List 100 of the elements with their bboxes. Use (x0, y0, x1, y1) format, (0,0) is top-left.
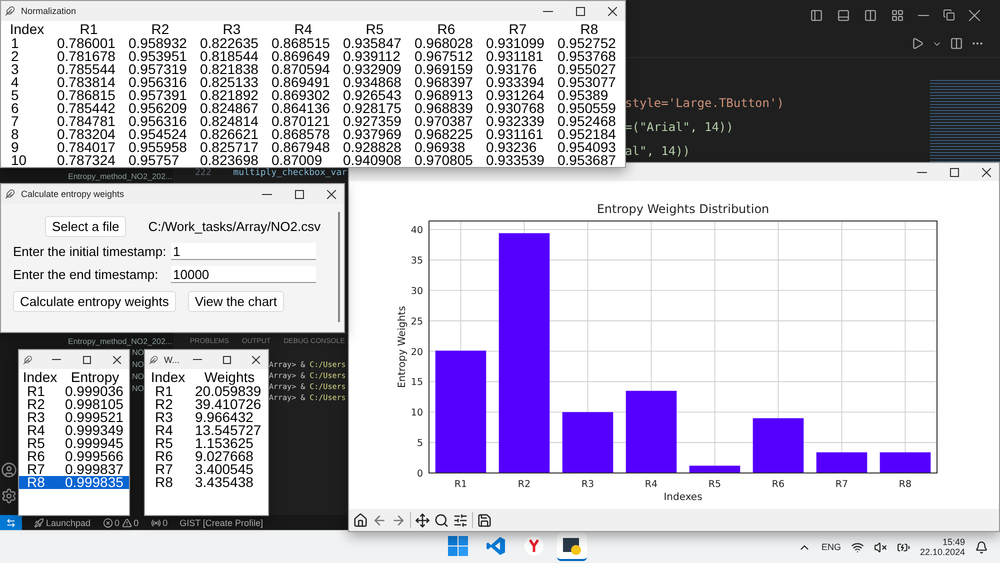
column-header: R1 (78, 21, 99, 37)
maximize-icon[interactable] (294, 190, 304, 198)
close-icon[interactable] (112, 356, 121, 364)
windows-logo-icon (448, 536, 468, 556)
close-icon[interactable] (982, 168, 990, 176)
action-button[interactable]: Calculate entropy weights (13, 291, 176, 312)
maximize-icon[interactable] (576, 6, 584, 16)
y-tick-label: 20 (410, 346, 423, 358)
input-field[interactable]: 10000 (171, 266, 316, 283)
table-cell-text: R5 (26, 437, 46, 450)
minimize-icon[interactable] (192, 359, 202, 360)
minimize-icon[interactable] (543, 10, 553, 12)
maximize-icon[interactable] (222, 356, 231, 364)
table-cell-text: 0.869491 (270, 76, 331, 89)
close-icon[interactable] (608, 6, 616, 16)
layout-icon[interactable] (891, 8, 904, 22)
scrollbar[interactable] (338, 212, 340, 322)
column-header: R3 (222, 21, 242, 37)
code-line: al", 14)) (625, 144, 690, 160)
close-icon[interactable] (252, 356, 260, 364)
table-cell-text: 0.825133 (199, 76, 260, 89)
code-line: multiply_checkbox_var (233, 168, 348, 178)
ports-item[interactable]: 0 (150, 518, 168, 528)
table-cell-text: 0.96938 (414, 141, 466, 154)
table-cell-text: 0.999521 (64, 411, 124, 424)
panel-bottom-icon[interactable] (837, 8, 850, 22)
remote-icon[interactable] (6, 518, 16, 528)
file-item[interactable]: NO (132, 347, 144, 359)
save-icon[interactable] (477, 512, 492, 528)
account-icon[interactable] (1, 462, 17, 478)
close-icon[interactable] (326, 190, 336, 198)
file-item[interactable]: NO (132, 383, 144, 395)
split-editor-icon[interactable] (950, 37, 963, 50)
file-path: C:/Work_tasks/Array/NO2.csv (148, 219, 321, 234)
battery-icon[interactable] (896, 540, 910, 554)
maximize-icon[interactable] (950, 168, 958, 176)
table-cell-text: 0.869302 (270, 89, 331, 102)
x-tick-label: R4 (644, 479, 658, 490)
maximize-icon[interactable] (82, 356, 91, 364)
forward-arrow-icon[interactable] (391, 512, 406, 528)
table-cell-text: 0.931264 (485, 89, 546, 102)
error-icon (102, 518, 113, 528)
y-tick-label: 0 (416, 468, 423, 480)
table-cell-text: 0.867948 (270, 141, 331, 154)
pan-icon[interactable] (415, 512, 430, 528)
bar (816, 452, 868, 473)
file-item[interactable]: NO (132, 371, 144, 383)
y-tick-label: 10 (410, 408, 423, 419)
column-header: Index (8, 21, 46, 37)
file-item[interactable]: Entropy_method_NO2_202... (68, 171, 172, 182)
table-cell-text: 0.999036 (64, 385, 124, 398)
table-cell-text: 0.95389 (556, 89, 608, 102)
table-cell-text: 0.95757 (128, 154, 180, 167)
table-cell-text: 0.931161 (485, 128, 544, 141)
minimize-icon[interactable] (918, 14, 929, 16)
input-field[interactable]: 1 (171, 243, 316, 260)
broadcast-icon (150, 518, 161, 528)
sliders-icon[interactable] (453, 512, 468, 528)
file-item[interactable]: Entropy_method_NO2_202... (68, 336, 172, 347)
table-cell-text: R4 (26, 424, 46, 437)
settings-icon[interactable] (1, 488, 17, 504)
bell-icon[interactable] (975, 540, 988, 554)
minimize-icon[interactable] (52, 359, 61, 360)
table-cell-text: 0.870121 (270, 115, 331, 128)
x-tick-label: R2 (518, 479, 531, 490)
warning-count: 0 (134, 518, 139, 528)
column-header: Weights (203, 369, 256, 385)
taskbar-app-button[interactable] (557, 533, 587, 561)
table-cell-text: 0.933539 (485, 154, 546, 167)
language-indicator[interactable]: ENG (821, 542, 841, 552)
table-cell-text: R2 (26, 398, 46, 411)
table-cell-text: 0.869649 (270, 50, 331, 63)
select-file-button[interactable]: Select a file (45, 216, 126, 237)
clock[interactable]: 15:49 22.10.2024 (920, 537, 965, 557)
launchpad-item[interactable]: Launchpad (34, 518, 91, 528)
table-cell-text: 4 (10, 76, 20, 89)
panel-left-icon[interactable] (810, 8, 823, 22)
problems-item[interactable]: 0 0 (102, 518, 139, 528)
table-cell-text: 0.787324 (56, 154, 116, 167)
run-icon[interactable] (911, 37, 924, 50)
column-header: R5 (364, 21, 385, 37)
action-button[interactable]: View the chart (188, 291, 284, 312)
close-icon[interactable] (969, 10, 980, 20)
table-cell-text: 39.410726 (194, 398, 262, 411)
zoom-icon[interactable] (434, 512, 449, 528)
wifi-icon[interactable] (850, 540, 864, 554)
home-icon[interactable] (353, 512, 368, 528)
table-cell-text: 0.785442 (56, 102, 116, 115)
table-cell-text: R1 (26, 385, 46, 398)
table-cell-text: 0.87009 (270, 154, 322, 167)
table-cell-text: R4 (154, 424, 174, 437)
profile-item[interactable]: GIST [Create Profile] (180, 518, 263, 528)
file-item[interactable]: NO (132, 359, 144, 371)
remote-button[interactable] (0, 515, 22, 530)
columns-icon[interactable] (864, 8, 877, 22)
restore-icon[interactable] (943, 9, 955, 21)
table-cell-text: 0.957391 (128, 89, 188, 102)
table-cell-text: 0.818544 (199, 50, 260, 63)
table-cell-text: R1 (154, 385, 174, 398)
muted-speaker-icon[interactable] (874, 540, 887, 554)
